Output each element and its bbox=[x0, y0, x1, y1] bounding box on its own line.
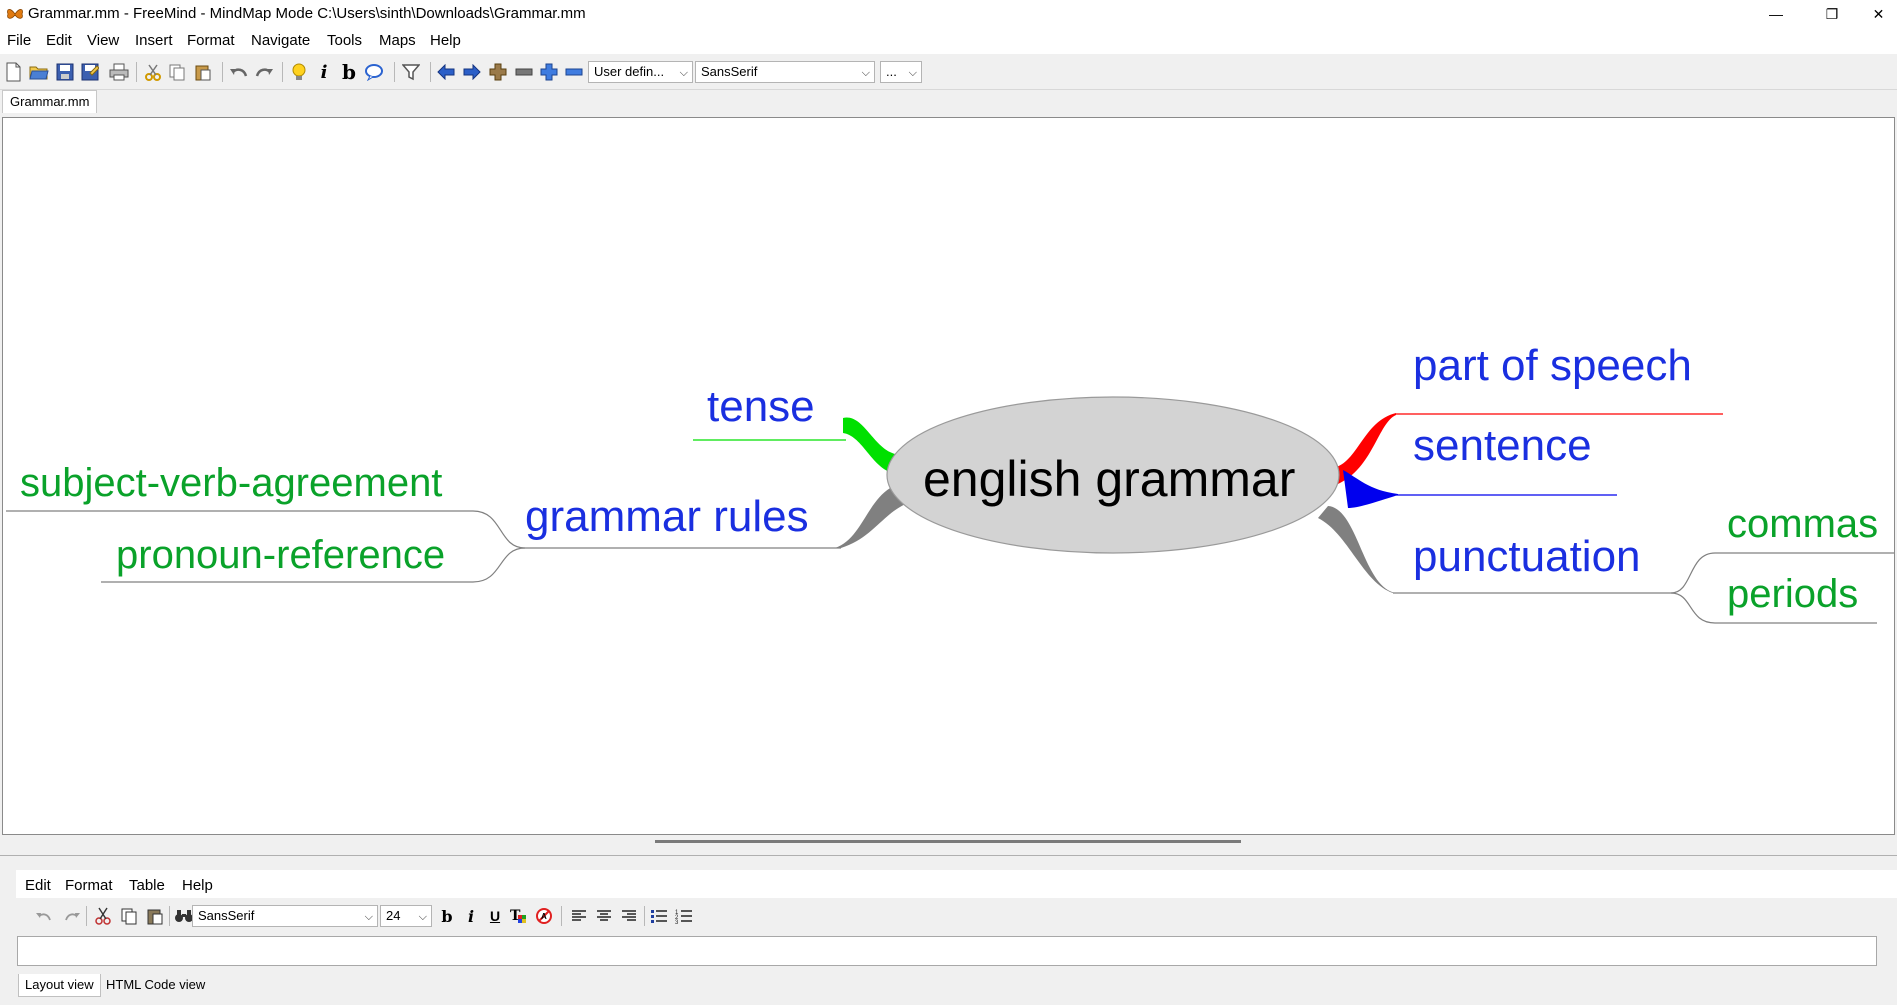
node-subject-verb-agreement[interactable]: subject-verb-agreement bbox=[20, 463, 442, 503]
node-pronoun-reference[interactable]: pronoun-reference bbox=[116, 535, 445, 575]
node-commas[interactable]: commas bbox=[1727, 504, 1878, 544]
align-left-icon[interactable] bbox=[568, 905, 590, 927]
paste-icon[interactable] bbox=[144, 905, 166, 927]
menu-edit[interactable]: Edit bbox=[46, 32, 72, 49]
font-family-combo[interactable]: SansSerif ⌵ bbox=[695, 61, 875, 83]
open-folder-icon[interactable] bbox=[28, 61, 50, 83]
note-size-combo[interactable]: 24 ⌵ bbox=[380, 905, 432, 927]
close-button[interactable]: ✕ bbox=[1860, 0, 1897, 28]
tab-html-code-view[interactable]: HTML Code view bbox=[100, 974, 211, 996]
copy-icon[interactable] bbox=[166, 61, 188, 83]
tab-grammar-mm[interactable]: Grammar.mm bbox=[2, 90, 98, 113]
style-combo[interactable]: User defin... ⌵ bbox=[588, 61, 693, 83]
horizontal-scrollbar[interactable] bbox=[655, 840, 1241, 843]
node-punctuation[interactable]: punctuation bbox=[1413, 535, 1641, 579]
node-tense[interactable]: tense bbox=[707, 385, 815, 429]
print-icon[interactable] bbox=[108, 61, 130, 83]
clear-format-icon[interactable]: A bbox=[533, 905, 555, 927]
note-size-value: 24 bbox=[386, 908, 401, 923]
menu-view[interactable]: View bbox=[87, 32, 119, 49]
menu-bar: File Edit View Insert Format Navigate To… bbox=[0, 28, 1897, 54]
minimize-icon: — bbox=[1769, 6, 1783, 22]
menu-file[interactable]: File bbox=[7, 32, 31, 49]
font-size-combo[interactable]: ... ⌵ bbox=[880, 61, 922, 83]
collapse-all-minus-icon[interactable] bbox=[563, 61, 585, 83]
edge-tense bbox=[843, 417, 895, 474]
edge-part-of-speech bbox=[1333, 413, 1396, 484]
svg-text:A: A bbox=[541, 912, 547, 921]
cut-icon[interactable] bbox=[142, 61, 164, 83]
italic-icon[interactable]: i bbox=[313, 61, 335, 83]
svg-text:3: 3 bbox=[675, 920, 679, 924]
chevron-down-icon: ⌵ bbox=[418, 911, 427, 923]
node-grammar-rules[interactable]: grammar rules bbox=[525, 495, 809, 539]
save-as-icon[interactable] bbox=[79, 61, 101, 83]
node-sentence[interactable]: sentence bbox=[1413, 424, 1592, 468]
arrow-left-icon[interactable] bbox=[435, 61, 457, 83]
undo-icon[interactable] bbox=[33, 905, 55, 927]
expand-plus-icon[interactable] bbox=[487, 61, 509, 83]
edge-sentence bbox=[1343, 470, 1398, 508]
filter-icon[interactable] bbox=[400, 61, 422, 83]
tab-layout-view[interactable]: Layout view bbox=[18, 974, 101, 997]
note-text-area[interactable] bbox=[17, 936, 1877, 966]
redo-icon[interactable] bbox=[253, 61, 275, 83]
align-right-icon[interactable] bbox=[618, 905, 640, 927]
menu-maps[interactable]: Maps bbox=[379, 32, 416, 49]
menu-insert[interactable]: Insert bbox=[135, 32, 173, 49]
title-bar: Grammar.mm - FreeMind - MindMap Mode C:\… bbox=[0, 0, 1897, 28]
note-menu-table[interactable]: Table bbox=[129, 877, 165, 894]
bold-icon[interactable]: b bbox=[338, 60, 360, 84]
restore-icon: ❐ bbox=[1825, 5, 1839, 22]
menu-tools[interactable]: Tools bbox=[327, 32, 362, 49]
menu-navigate[interactable]: Navigate bbox=[251, 32, 310, 49]
chevron-down-icon: ⌵ bbox=[861, 67, 870, 79]
node-periods[interactable]: periods bbox=[1727, 574, 1858, 614]
chevron-down-icon: ⌵ bbox=[679, 67, 688, 79]
note-menu-bar: Edit Format Table Help bbox=[16, 870, 1897, 898]
close-icon: ✕ bbox=[1872, 5, 1885, 22]
note-font-combo[interactable]: SansSerif ⌵ bbox=[192, 905, 378, 927]
style-combo-value: User defin... bbox=[594, 64, 665, 79]
italic-icon[interactable]: i bbox=[460, 905, 482, 927]
redo-icon[interactable] bbox=[61, 905, 83, 927]
collapse-minus-icon[interactable] bbox=[513, 61, 535, 83]
menu-help[interactable]: Help bbox=[430, 32, 461, 49]
paste-icon[interactable] bbox=[192, 61, 214, 83]
bold-icon[interactable]: b bbox=[436, 905, 458, 927]
minimize-button[interactable]: — bbox=[1748, 0, 1804, 28]
bullet-list-icon[interactable] bbox=[648, 905, 670, 927]
align-center-icon[interactable] bbox=[593, 905, 615, 927]
undo-icon[interactable] bbox=[228, 61, 250, 83]
note-toolbar: SansSerif ⌵ 24 ⌵ b i U T A 123 bbox=[16, 899, 1897, 933]
font-combo-value: SansSerif bbox=[701, 64, 758, 79]
size-combo-value: ... bbox=[886, 64, 897, 79]
cloud-icon[interactable] bbox=[363, 61, 385, 83]
new-file-icon[interactable] bbox=[2, 61, 24, 83]
underline-icon[interactable]: U bbox=[484, 905, 506, 927]
restore-button[interactable]: ❐ bbox=[1804, 0, 1860, 28]
main-toolbar: i b User defin... ⌵ SansSerif ⌵ ... ⌵ bbox=[0, 55, 1897, 90]
note-menu-format[interactable]: Format bbox=[65, 877, 113, 894]
numbered-list-icon[interactable]: 123 bbox=[673, 905, 695, 927]
edge-punctuation bbox=[1318, 506, 1396, 593]
menu-format[interactable]: Format bbox=[187, 32, 235, 49]
copy-icon[interactable] bbox=[118, 905, 140, 927]
root-node[interactable]: english grammar bbox=[923, 454, 1295, 504]
window-title: Grammar.mm - FreeMind - MindMap Mode C:\… bbox=[28, 5, 586, 22]
chevron-down-icon: ⌵ bbox=[908, 67, 917, 79]
freemind-butterfly-icon bbox=[6, 6, 24, 22]
note-font-value: SansSerif bbox=[198, 908, 255, 923]
note-menu-help[interactable]: Help bbox=[182, 877, 213, 894]
save-icon[interactable] bbox=[54, 61, 76, 83]
mindmap-canvas[interactable]: english grammar tense grammar rules subj… bbox=[2, 117, 1895, 835]
note-menu-edit[interactable]: Edit bbox=[25, 877, 51, 894]
idea-bulb-icon[interactable] bbox=[288, 61, 310, 83]
arrow-right-icon[interactable] bbox=[461, 61, 483, 83]
chevron-down-icon: ⌵ bbox=[364, 911, 373, 923]
text-color-icon[interactable]: T bbox=[508, 905, 530, 927]
node-part-of-speech[interactable]: part of speech bbox=[1413, 344, 1692, 388]
cut-icon[interactable] bbox=[92, 905, 114, 927]
expand-all-plus-icon[interactable] bbox=[538, 61, 560, 83]
